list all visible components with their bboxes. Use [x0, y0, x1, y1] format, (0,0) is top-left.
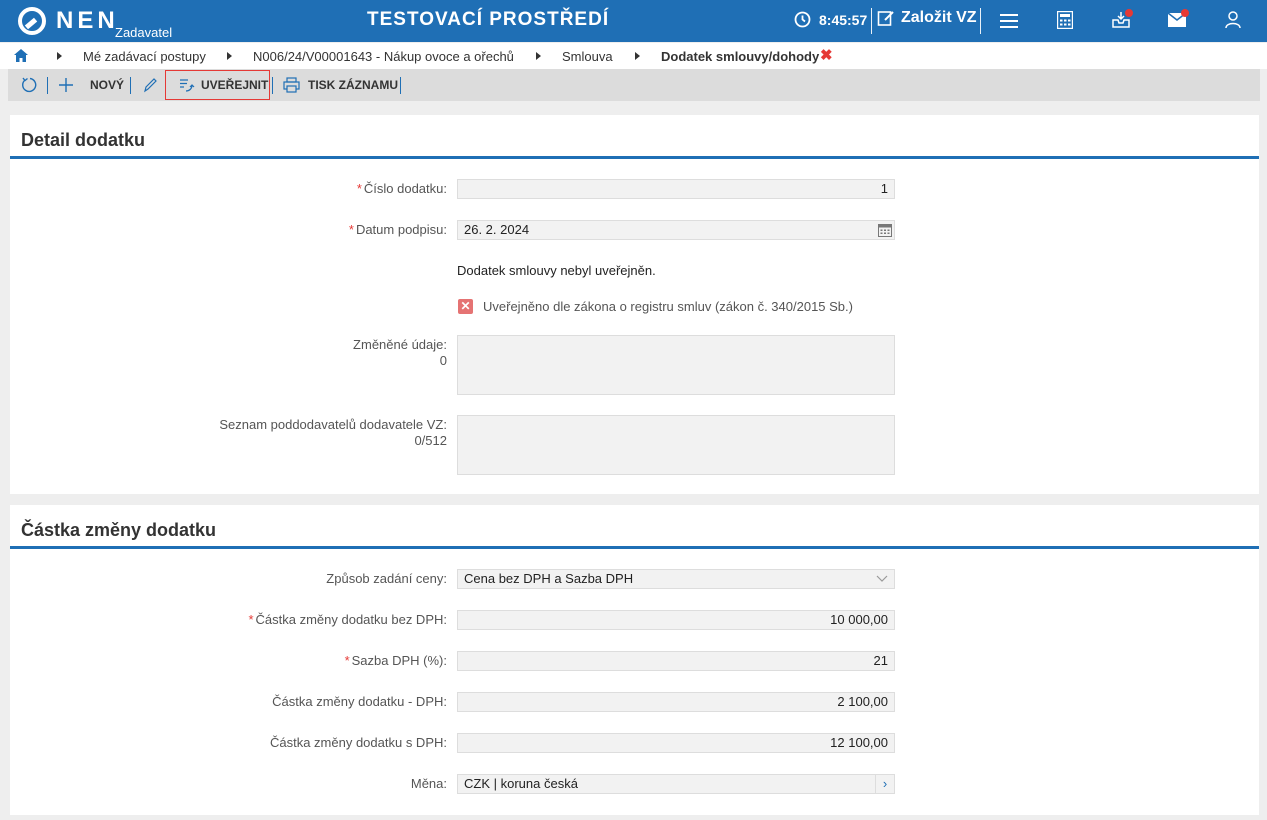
breadcrumb: Mé zadávací postupy N006/24/V00001643 - … — [0, 43, 1267, 69]
plus-icon — [59, 78, 73, 92]
toolbar-divider — [130, 77, 131, 94]
notification-dot — [1125, 9, 1133, 17]
signature-date-field[interactable]: 26. 2. 2024 — [457, 220, 895, 240]
field-label: Změněné údaje: — [353, 337, 447, 352]
chevron-right-icon[interactable]: › — [875, 775, 894, 793]
create-vz-button[interactable]: Založit VZ — [877, 9, 977, 27]
currency-value: CZK | koruna česká — [464, 776, 578, 791]
header-divider — [871, 8, 872, 34]
registry-checkbox[interactable]: ✕ — [458, 299, 473, 314]
panel-divider — [10, 156, 1259, 159]
required-marker: * — [344, 653, 350, 668]
panel-title: Detail dodatku — [21, 130, 146, 150]
price-method-value: Cena bez DPH a Sazba DPH — [464, 571, 634, 586]
top-bar: NEN Zadavatel TESTOVACÍ PROSTŘEDÍ 8:45:5… — [0, 0, 1267, 42]
amount-with-vat-field[interactable]: 12 100,00 — [457, 733, 895, 753]
user-icon[interactable] — [1225, 11, 1241, 29]
field-label: Částka změny dodatku s DPH: — [269, 735, 447, 750]
vat-amount-field[interactable]: 2 100,00 — [457, 692, 895, 712]
home-icon[interactable] — [14, 49, 28, 62]
publish-status-text: Dodatek smlouvy nebyl uveřejněn. — [457, 263, 656, 278]
environment-title: TESTOVACÍ PROSTŘEDÍ — [367, 9, 610, 30]
new-label: NOVÝ — [90, 78, 125, 92]
changed-data-textarea[interactable] — [457, 335, 895, 395]
new-button[interactable]: NOVÝ — [58, 69, 124, 101]
publish-button[interactable]: UVEŘEJNIT — [179, 69, 268, 101]
field-label: * Číslo dodatku: — [356, 181, 447, 196]
chevron-down-icon — [876, 575, 888, 582]
registry-checkbox-label: Uveřejněno dle zákona o registru smluv (… — [483, 299, 853, 314]
menu-icon[interactable] — [1000, 13, 1018, 29]
detail-panel: Detail dodatku * Číslo dodatku: 1 * Datum … — [10, 115, 1259, 494]
signature-date-value: 26. 2. 2024 — [464, 222, 530, 237]
character-count: 0/512 — [414, 433, 447, 448]
print-record-button[interactable]: TISK ZÁZNAMU — [283, 69, 398, 101]
required-marker: * — [348, 222, 354, 237]
field-label: Způsob zadání ceny: — [326, 571, 447, 586]
character-count: 0 — [439, 353, 447, 368]
notification-dot — [1181, 9, 1189, 17]
logo-subtitle: Zadavatel — [115, 25, 173, 40]
field-label: * Datum podpisu: — [348, 222, 447, 237]
pencil-icon[interactable] — [143, 77, 158, 93]
create-vz-label: Založit VZ — [901, 9, 977, 26]
breadcrumb-separator-icon — [57, 52, 62, 60]
toolbar-divider — [272, 77, 273, 94]
price-method-select[interactable]: Cena bez DPH a Sazba DPH — [457, 569, 895, 589]
breadcrumb-item[interactable]: Smlouva — [562, 49, 613, 64]
breadcrumb-separator-icon — [536, 52, 541, 60]
field-label: Měna: — [410, 776, 447, 791]
addendum-number-field[interactable]: 1 — [457, 179, 895, 199]
vat-rate-field[interactable]: 21 — [457, 651, 895, 671]
publish-label: UVEŘEJNIT — [201, 78, 269, 92]
currency-field[interactable]: CZK | koruna česká › — [457, 774, 895, 794]
print-record-label: TISK ZÁZNAMU — [308, 78, 398, 92]
field-label: Částka změny dodatku - DPH: — [272, 694, 447, 709]
field-label: Seznam poddodavatelů dodavatele VZ: — [219, 417, 447, 432]
clock-value: 8:45:57 — [819, 11, 868, 28]
action-toolbar: NOVÝ UVEŘEJNIT TISK ZÁZNAMU — [8, 69, 1260, 101]
required-marker: * — [356, 181, 362, 196]
required-marker: * — [248, 612, 254, 627]
panel-title: Částka změny dodatku — [21, 520, 217, 540]
panel-divider — [10, 546, 1259, 549]
logo-text: NEN — [56, 7, 119, 34]
toolbar-divider — [400, 77, 401, 94]
amount-without-vat-field[interactable]: 10 000,00 — [457, 610, 895, 630]
breadcrumb-item[interactable]: N006/24/V00001643 - Nákup ovoce a ořechů — [253, 49, 514, 64]
breadcrumb-separator-icon — [635, 52, 640, 60]
breadcrumb-current: Dodatek smlouvy/dohody — [661, 49, 820, 64]
calendar-icon[interactable] — [878, 223, 892, 237]
toolbar-divider — [47, 77, 48, 94]
publish-icon — [180, 79, 195, 92]
close-icon[interactable]: ✖ — [820, 46, 833, 64]
refresh-icon[interactable] — [22, 77, 38, 93]
print-icon — [283, 77, 300, 93]
session-clock: 8:45:57 — [794, 11, 867, 28]
field-label: * Sazba DPH (%): — [344, 653, 447, 668]
calculator-icon[interactable] — [1057, 11, 1073, 29]
breadcrumb-item[interactable]: Mé zadávací postupy — [83, 49, 206, 64]
subcontractors-textarea[interactable] — [457, 415, 895, 475]
breadcrumb-separator-icon — [227, 52, 232, 60]
nen-logo[interactable]: NEN Zadavatel — [18, 5, 172, 40]
edit-icon — [877, 11, 894, 26]
nen-logo-icon — [18, 7, 46, 35]
amount-panel: Částka změny dodatku Způsob zadání ceny:… — [10, 505, 1259, 815]
header-divider — [980, 8, 981, 34]
clock-icon — [794, 11, 811, 28]
field-label: * Částka změny dodatku bez DPH: — [248, 612, 447, 627]
